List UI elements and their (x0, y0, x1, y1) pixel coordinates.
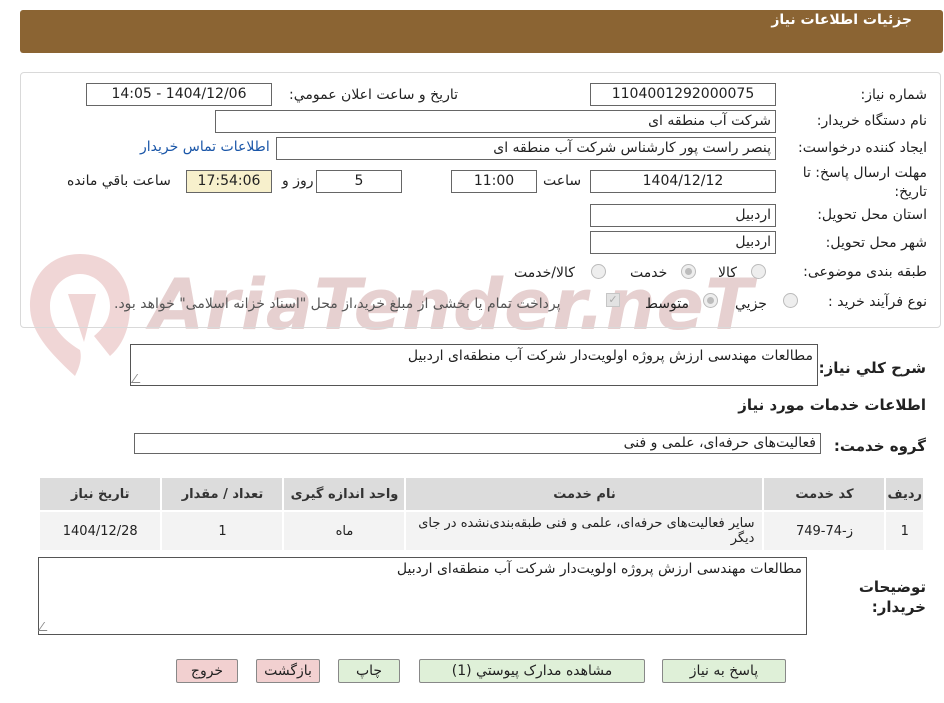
deadline-time-field: 11:00 (451, 170, 537, 193)
payment-checkbox[interactable]: ✓ (606, 293, 620, 307)
buyer-notes-label: توضيحات خريدار: (858, 578, 926, 616)
need-number-label: شماره نیاز: (860, 87, 928, 103)
col-row: رديف (884, 476, 925, 512)
buyer-notes-textarea[interactable]: مطالعات مهندسی ارزش پروژه اولویت‌دار شرک… (38, 557, 807, 635)
remaining-time-field: 17:54:06 (186, 170, 272, 193)
page-title: جزئیات اطلاعات نیاز (771, 12, 912, 28)
buyer-org-field: شرکت آب منطقه ای (215, 110, 776, 133)
col-qty: تعداد / مقدار (160, 476, 285, 512)
print-button[interactable]: چاپ (338, 659, 400, 683)
process-radio-minor[interactable] (783, 293, 798, 308)
col-name: نام خدمت (404, 476, 765, 512)
payment-note: پرداخت تمام یا بخشی از مبلغ خرید،از محل … (114, 296, 561, 312)
city-field: اردبیل (590, 231, 776, 254)
deadline-date-field: 1404/12/12 (590, 170, 776, 193)
process-option-minor: جزيي (735, 296, 767, 312)
city-label: شهر محل تحويل: (825, 235, 927, 251)
category-option-service: خدمت (630, 265, 668, 281)
cell-code: ز-74-749 (762, 510, 887, 552)
category-radio-goods[interactable] (751, 264, 766, 279)
service-group-label: گروه خدمت: (833, 437, 926, 455)
need-number-field: 1104001292000075 (590, 83, 776, 106)
services-table: رديف کد خدمت نام خدمت واحد اندازه گیری ت… (37, 476, 925, 552)
col-code: کد خدمت (762, 476, 887, 512)
summary-label: شرح کلي نياز: (818, 359, 926, 377)
category-option-goods-service: کالا/خدمت (514, 265, 575, 281)
requester-field: پنصر راست پور کارشناس شرکت آب منطقه ای (276, 137, 776, 160)
cell-row: 1 (884, 510, 925, 552)
services-section-title: اطلاعات خدمات مورد نياز (738, 396, 926, 414)
deadline-label: مهلت ارسال پاسخ: تا تاریخ: (802, 165, 927, 200)
category-radio-goods-service[interactable] (591, 264, 606, 279)
requester-label: ايجاد کننده درخواست: (798, 140, 927, 156)
process-radio-medium[interactable] (703, 293, 718, 308)
category-option-goods: کالا (718, 265, 737, 281)
province-field: اردبیل (590, 204, 776, 227)
days-field: 5 (316, 170, 402, 193)
cell-name: سایر فعالیت‌های حرفه‌ای، علمی و فنی طبقه… (404, 510, 765, 552)
buyer-contact-link[interactable]: اطلاعات تماس خريدار (140, 139, 270, 155)
deadline-time-label: ساعت (543, 173, 582, 189)
process-option-medium: متوسط (645, 296, 689, 312)
days-label: روز و (282, 173, 314, 189)
col-unit: واحد اندازه گیری (282, 476, 407, 512)
back-button[interactable]: بازگشت (256, 659, 320, 683)
summary-textarea[interactable]: مطالعات مهندسی ارزش پروژه اولویت‌دار شرک… (130, 344, 818, 386)
reply-button[interactable]: پاسخ به نياز (662, 659, 786, 683)
category-radio-service[interactable] (681, 264, 696, 279)
category-label: طبقه بندی موضوعی: (803, 264, 927, 280)
col-date: تاریخ نیاز (37, 476, 163, 512)
announce-label: تاریخ و ساعت اعلان عمومي: (289, 87, 458, 103)
cell-unit: ماه (282, 510, 407, 552)
service-group-field: فعالیت‌های حرفه‌ای، علمی و فنی (134, 433, 821, 454)
buyer-org-label: نام دستگاه خريدار: (816, 113, 927, 129)
remaining-label: ساعت باقي مانده (67, 173, 171, 189)
exit-button[interactable]: خروج (176, 659, 238, 683)
process-label: نوع فرآیند خرید : (828, 294, 927, 310)
announce-field: 1404/12/06 - 14:05 (86, 83, 272, 106)
table-row: 1 ز-74-749 سایر فعالیت‌های حرفه‌ای، علمی… (37, 510, 925, 552)
province-label: استان محل تحويل: (817, 207, 927, 223)
table-header-row: رديف کد خدمت نام خدمت واحد اندازه گیری ت… (37, 476, 925, 512)
cell-date: 1404/12/28 (37, 510, 163, 552)
attachments-button[interactable]: مشاهده مدارک پيوستي (1) (419, 659, 645, 683)
cell-qty: 1 (160, 510, 285, 552)
